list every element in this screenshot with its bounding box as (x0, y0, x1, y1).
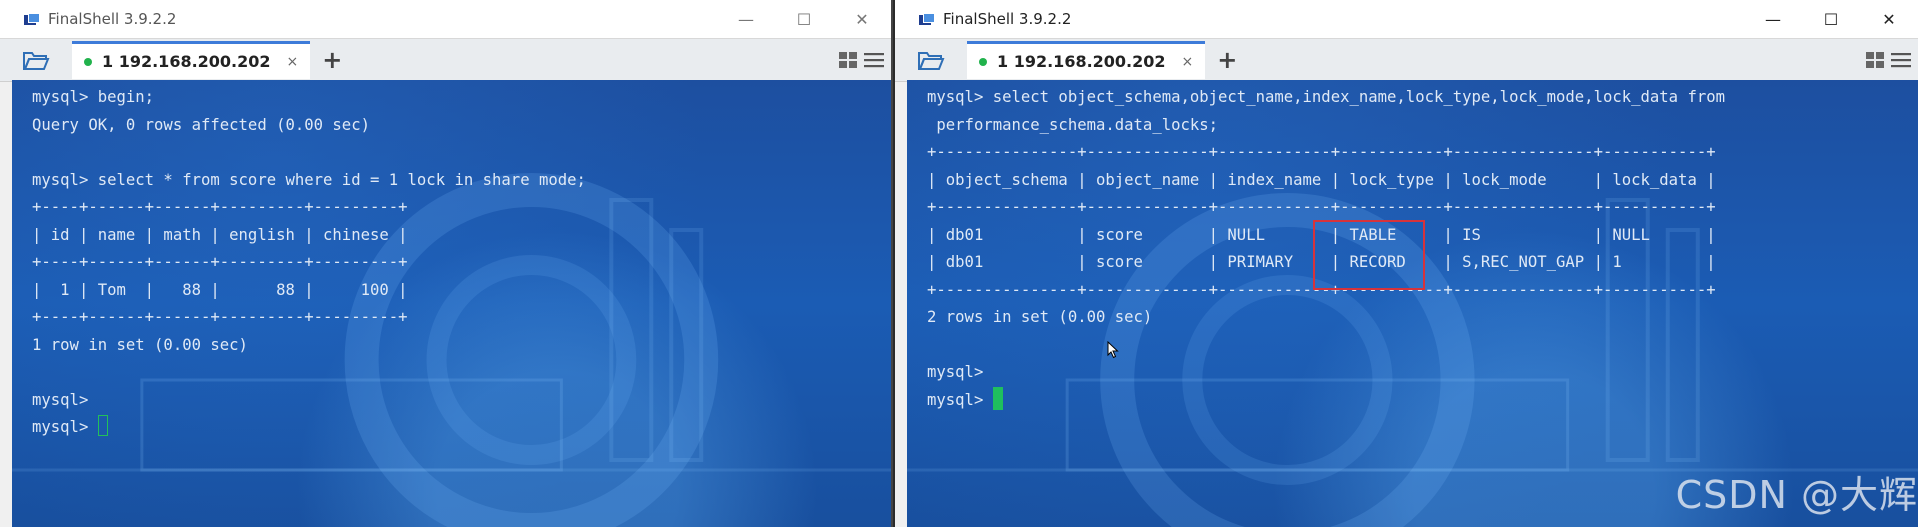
app-icon (919, 13, 935, 25)
terminal-line: | object_schema | object_name | index_na… (927, 170, 1716, 189)
window-title: FinalShell 3.9.2.2 (48, 10, 177, 28)
maximize-button[interactable]: ☐ (775, 0, 833, 38)
session-tab-bar: 1 192.168.200.202 × + (0, 38, 891, 82)
mouse-pointer-icon (1107, 341, 1119, 359)
terminal-line: mysql> begin; (32, 88, 155, 106)
terminal-line: +----+------+------+---------+---------+ (32, 253, 408, 271)
window-title: FinalShell 3.9.2.2 (943, 10, 1072, 28)
terminal-prompt-line: mysql> (927, 390, 993, 409)
terminal-line: | 1 | Tom | 88 | 88 | 100 | (32, 280, 408, 299)
terminal-prompt-line: mysql> (32, 418, 98, 436)
add-tab-button[interactable]: + (322, 46, 342, 74)
session-tab[interactable]: 1 192.168.200.202 × (72, 41, 311, 79)
open-folder-button[interactable] (909, 43, 953, 77)
terminal-line: mysql> select object_schema,object_name,… (927, 88, 1725, 106)
menu-icon[interactable] (861, 47, 887, 73)
finalshell-window-left: FinalShell 3.9.2.2 — ☐ ✕ 1 192.168.200.2… (0, 0, 893, 527)
minimize-button[interactable]: — (1744, 0, 1802, 38)
minimize-button[interactable]: — (717, 0, 775, 38)
connected-status-dot (979, 57, 987, 66)
tab-close-icon[interactable]: × (1182, 54, 1194, 70)
layout-grid-icon[interactable] (835, 47, 861, 73)
watermark: CSDN @大辉 (1675, 473, 1918, 517)
terminal-line: 1 row in set (0.00 sec) (32, 335, 248, 354)
terminal-line: mysql> (927, 363, 984, 381)
folder-icon (23, 52, 50, 70)
open-folder-button[interactable] (14, 43, 58, 77)
terminal-area[interactable]: mysql> begin; Query OK, 0 rows affected … (12, 80, 891, 527)
session-tab-bar: 1 192.168.200.202 × + (895, 38, 1918, 82)
session-tab-label: 1 192.168.200.202 (997, 52, 1166, 71)
tab-close-icon[interactable]: × (287, 54, 299, 70)
terminal-output: mysql> begin; Query OK, 0 rows affected … (12, 80, 891, 442)
terminal-line: +---------------+-------------+---------… (927, 143, 1716, 161)
tab-bar-tools (1862, 39, 1914, 81)
connected-status-dot (84, 57, 92, 66)
terminal-area[interactable]: mysql> select object_schema,object_name,… (907, 80, 1918, 527)
title-bar[interactable]: FinalShell 3.9.2.2 — ☐ ✕ (0, 0, 891, 38)
session-tab[interactable]: 1 192.168.200.202 × (967, 41, 1206, 79)
terminal-line: | id | name | math | english | chinese | (32, 225, 408, 244)
close-button[interactable]: ✕ (833, 0, 891, 38)
terminal-line: performance_schema.data_locks; (927, 115, 1219, 134)
add-tab-button[interactable]: + (1217, 46, 1237, 74)
terminal-cursor (97, 415, 108, 436)
terminal-line: mysql> select * from score where id = 1 … (32, 170, 586, 189)
layout-grid-icon[interactable] (1862, 47, 1888, 73)
terminal-cursor (992, 386, 1003, 410)
terminal-line: 2 rows in set (0.00 sec) (927, 308, 1153, 326)
folder-icon (918, 52, 945, 70)
window-controls: — ☐ ✕ (717, 0, 891, 38)
window-controls: — ☐ ✕ (1744, 0, 1918, 38)
menu-icon[interactable] (1888, 47, 1914, 73)
maximize-button[interactable]: ☐ (1802, 0, 1860, 38)
lock-type-highlight-box (1313, 220, 1425, 290)
terminal-line: +----+------+------+---------+---------+ (32, 198, 408, 216)
finalshell-window-right: FinalShell 3.9.2.2 — ☐ ✕ 1 192.168.200.2… (895, 0, 1918, 527)
terminal-line: +---------------+-------------+---------… (927, 198, 1716, 216)
terminal-line: Query OK, 0 rows affected (0.00 sec) (32, 115, 370, 134)
app-icon (24, 13, 40, 25)
title-bar[interactable]: FinalShell 3.9.2.2 — ☐ ✕ (895, 0, 1918, 38)
tab-bar-tools (835, 39, 887, 81)
terminal-line: mysql> (32, 390, 89, 409)
terminal-line: +----+------+------+---------+---------+ (32, 308, 408, 326)
close-button[interactable]: ✕ (1860, 0, 1918, 38)
session-tab-label: 1 192.168.200.202 (102, 52, 271, 71)
